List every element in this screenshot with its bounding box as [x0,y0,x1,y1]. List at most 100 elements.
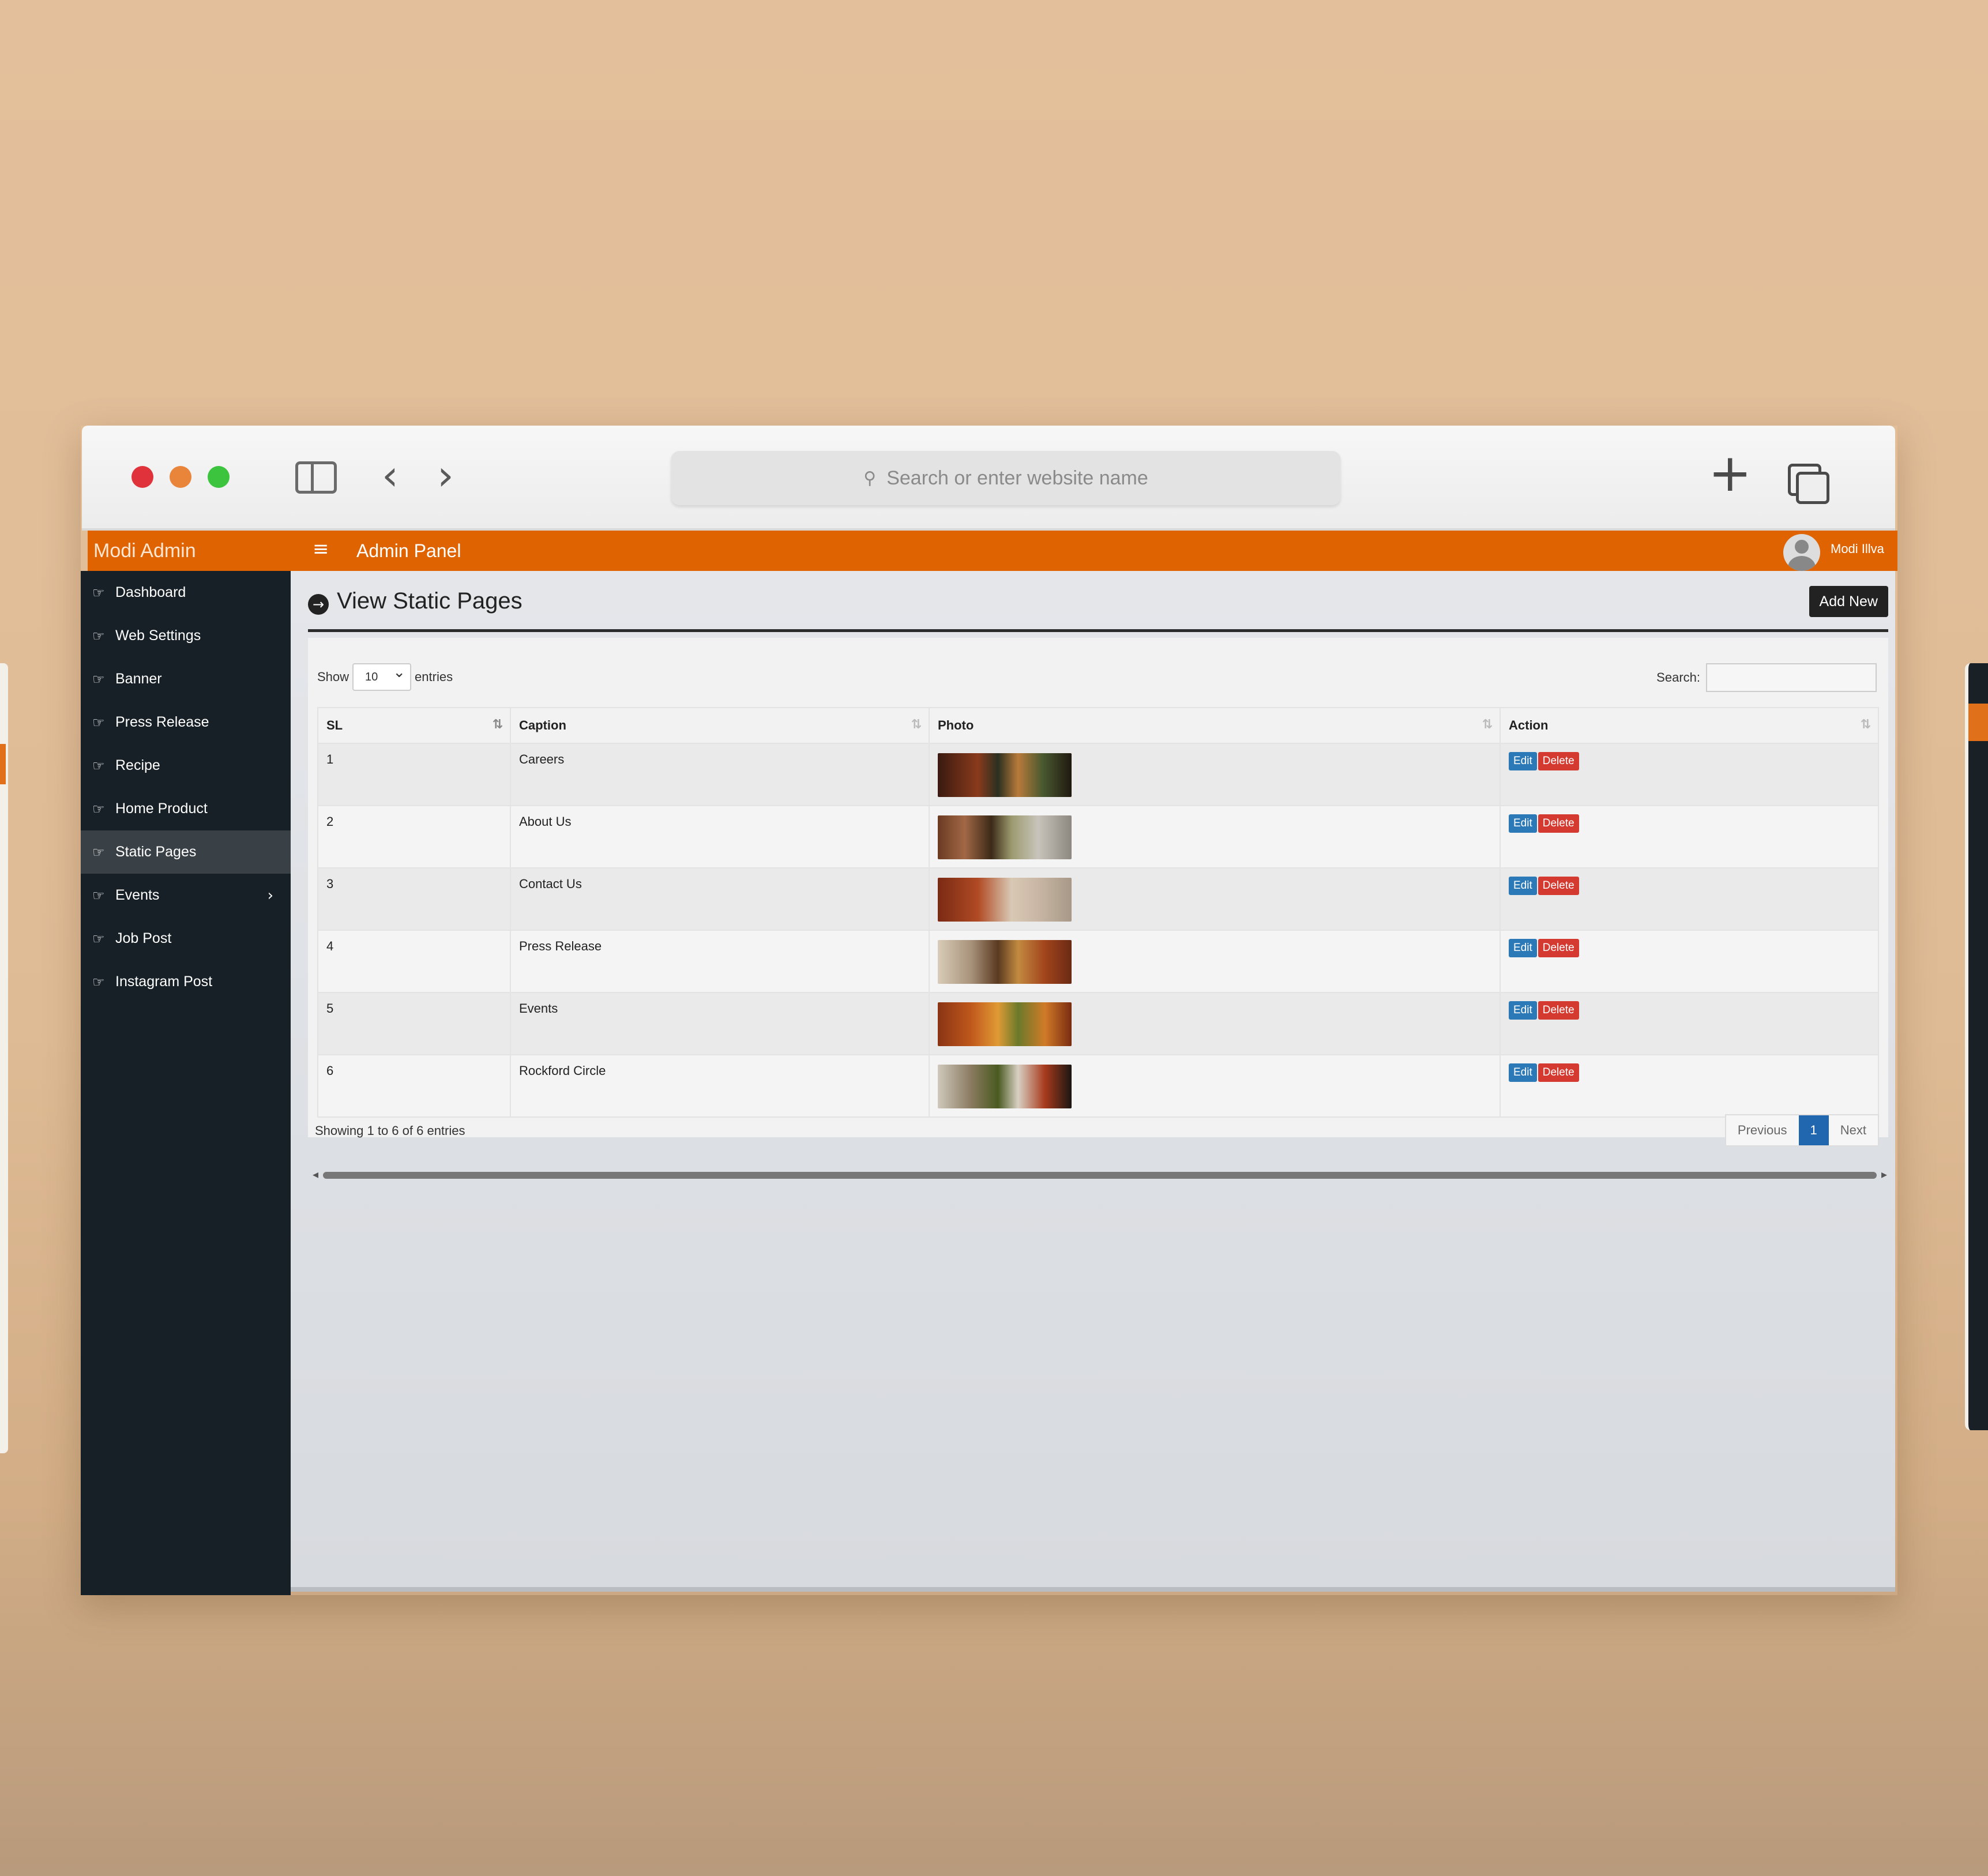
scrollbar-thumb[interactable] [323,1172,1877,1179]
edit-button[interactable]: Edit [1509,939,1537,957]
sidebar-item-dashboard[interactable]: ☞ Dashboard [81,571,291,614]
sidebar-item-static-pages[interactable]: ☞ Static Pages [81,830,291,874]
cell-sl: 3 [317,867,511,931]
cell-photo [929,930,1501,993]
static-pages-table: SL ⇅ Caption ⇅ Photo ⇅ Action ⇅ 1 Careers Ed… [317,707,1879,1118]
delete-button[interactable]: Delete [1538,1063,1579,1082]
photo-thumbnail [938,815,1072,859]
sidebar-item-web-settings[interactable]: ☞ Web Settings [81,614,291,657]
cell-sl: 5 [317,992,511,1055]
scroll-right-icon[interactable]: ▸ [1881,1167,1887,1181]
delete-button[interactable]: Delete [1538,814,1579,833]
cell-action: Edit Delete [1500,1054,1879,1118]
cell-sl: 6 [317,1054,511,1118]
entries-length-control: Show 10 entries [317,660,453,691]
horizontal-scrollbar[interactable]: ◂ ▸ [313,1167,1887,1181]
sidebar-item-label: Web Settings [115,627,201,644]
search-input[interactable] [1706,663,1877,692]
page-title: View Static Pages [337,588,523,614]
edit-button[interactable]: Edit [1509,1063,1537,1082]
scroll-left-icon[interactable]: ◂ [313,1167,318,1181]
entries-select[interactable]: 10 [352,660,412,691]
edit-button[interactable]: Edit [1509,1001,1537,1020]
sidebar-item-job-post[interactable]: ☞ Job Post [81,917,291,960]
entries-label: entries [415,670,453,684]
sidebar-item-press-release[interactable]: ☞ Press Release [81,701,291,744]
brand-logo[interactable]: Modi Admin [93,531,196,571]
cell-caption: About Us [510,805,930,869]
sidebar-item-recipe[interactable]: ☞ Recipe [81,744,291,787]
pointer-icon: ☞ [92,973,105,990]
table-row: 5 Events Edit Delete [317,992,1879,1055]
menu-toggle-icon[interactable]: ≡ [313,531,329,567]
edit-button[interactable]: Edit [1509,877,1537,895]
address-placeholder: Search or enter website name [886,467,1148,489]
pointer-icon: ☞ [92,714,105,731]
column-header-photo[interactable]: Photo ⇅ [929,707,1501,744]
cell-sl: 4 [317,930,511,993]
table-row: 1 Careers Edit Delete [317,743,1879,806]
photo-thumbnail [938,1065,1072,1108]
photo-thumbnail [938,753,1072,797]
add-new-button[interactable]: Add New [1809,586,1888,617]
cell-photo [929,805,1501,869]
sidebar-item-events[interactable]: ☞ Events › [81,874,291,917]
previous-button[interactable]: Previous [1726,1115,1799,1145]
delete-button[interactable]: Delete [1538,939,1579,957]
browser-window: ‹ › ⚲ Search or enter website name + Mod… [81,426,1897,1595]
sidebar-item-home-product[interactable]: ☞ Home Product [81,787,291,830]
column-header-action[interactable]: Action ⇅ [1500,707,1879,744]
search-label: Search: [1656,670,1700,685]
cell-photo [929,992,1501,1055]
edit-button[interactable]: Edit [1509,752,1537,770]
column-header-caption[interactable]: Caption ⇅ [510,707,930,744]
photo-thumbnail [938,878,1072,922]
cell-action: Edit Delete [1500,805,1879,869]
delete-button[interactable]: Delete [1538,877,1579,895]
cell-caption: Rockford Circle [510,1054,930,1118]
sidebar-item-instagram-post[interactable]: ☞ Instagram Post [81,960,291,1003]
delete-button[interactable]: Delete [1538,752,1579,770]
next-button[interactable]: Next [1829,1115,1878,1145]
delete-button[interactable]: Delete [1538,1001,1579,1020]
pointer-icon: ☞ [92,584,105,601]
photo-thumbnail [938,1002,1072,1046]
avatar[interactable] [1783,534,1820,571]
edit-button[interactable]: Edit [1509,814,1537,833]
minimize-window-button[interactable] [170,466,191,488]
cell-photo [929,743,1501,806]
show-label: Show [317,670,350,684]
cell-action: Edit Delete [1500,930,1879,993]
table-search: Search: [1656,663,1877,692]
user-name[interactable]: Modi Illva [1831,531,1884,567]
pointer-icon: ☞ [92,627,105,644]
column-header-sl[interactable]: SL ⇅ [317,707,511,744]
sidebar-item-label: Job Post [115,930,172,946]
cell-sl: 1 [317,743,511,806]
background-window-left [0,663,8,1453]
page-header: → View Static Pages Add New [308,584,1888,632]
maximize-window-button[interactable] [208,466,230,488]
sidebar-toggle-icon[interactable] [295,461,337,494]
sidebar-item-banner[interactable]: ☞ Banner [81,657,291,701]
new-tab-icon[interactable]: + [1708,448,1752,499]
sidebar-item-label: Banner [115,671,162,687]
chevron-right-icon: › [267,886,273,904]
cell-action: Edit Delete [1500,743,1879,806]
page-button-current[interactable]: 1 [1798,1115,1829,1145]
close-window-button[interactable] [131,466,153,488]
table-info: Showing 1 to 6 of 6 entries [315,1123,465,1138]
table-row: 4 Press Release Edit Delete [317,930,1879,993]
browser-toolbar: ‹ › ⚲ Search or enter website name + [82,426,1895,531]
tab-overview-icon[interactable] [1788,464,1829,504]
back-icon[interactable]: ‹ [382,454,399,496]
table-row: 3 Contact Us Edit Delete [317,867,1879,931]
cell-caption: Events [510,992,930,1055]
sidebar-item-label: Home Product [115,800,208,817]
address-bar[interactable]: ⚲ Search or enter website name [671,451,1340,505]
data-table-panel: Show 10 entries Search: SL⇅ Caption⇅ Pho… [308,638,1888,1181]
entries-select-value: 10 [365,671,378,683]
sidebar-item-label: Static Pages [115,844,197,860]
forward-icon[interactable]: › [437,454,454,496]
search-icon: ⚲ [863,468,877,488]
